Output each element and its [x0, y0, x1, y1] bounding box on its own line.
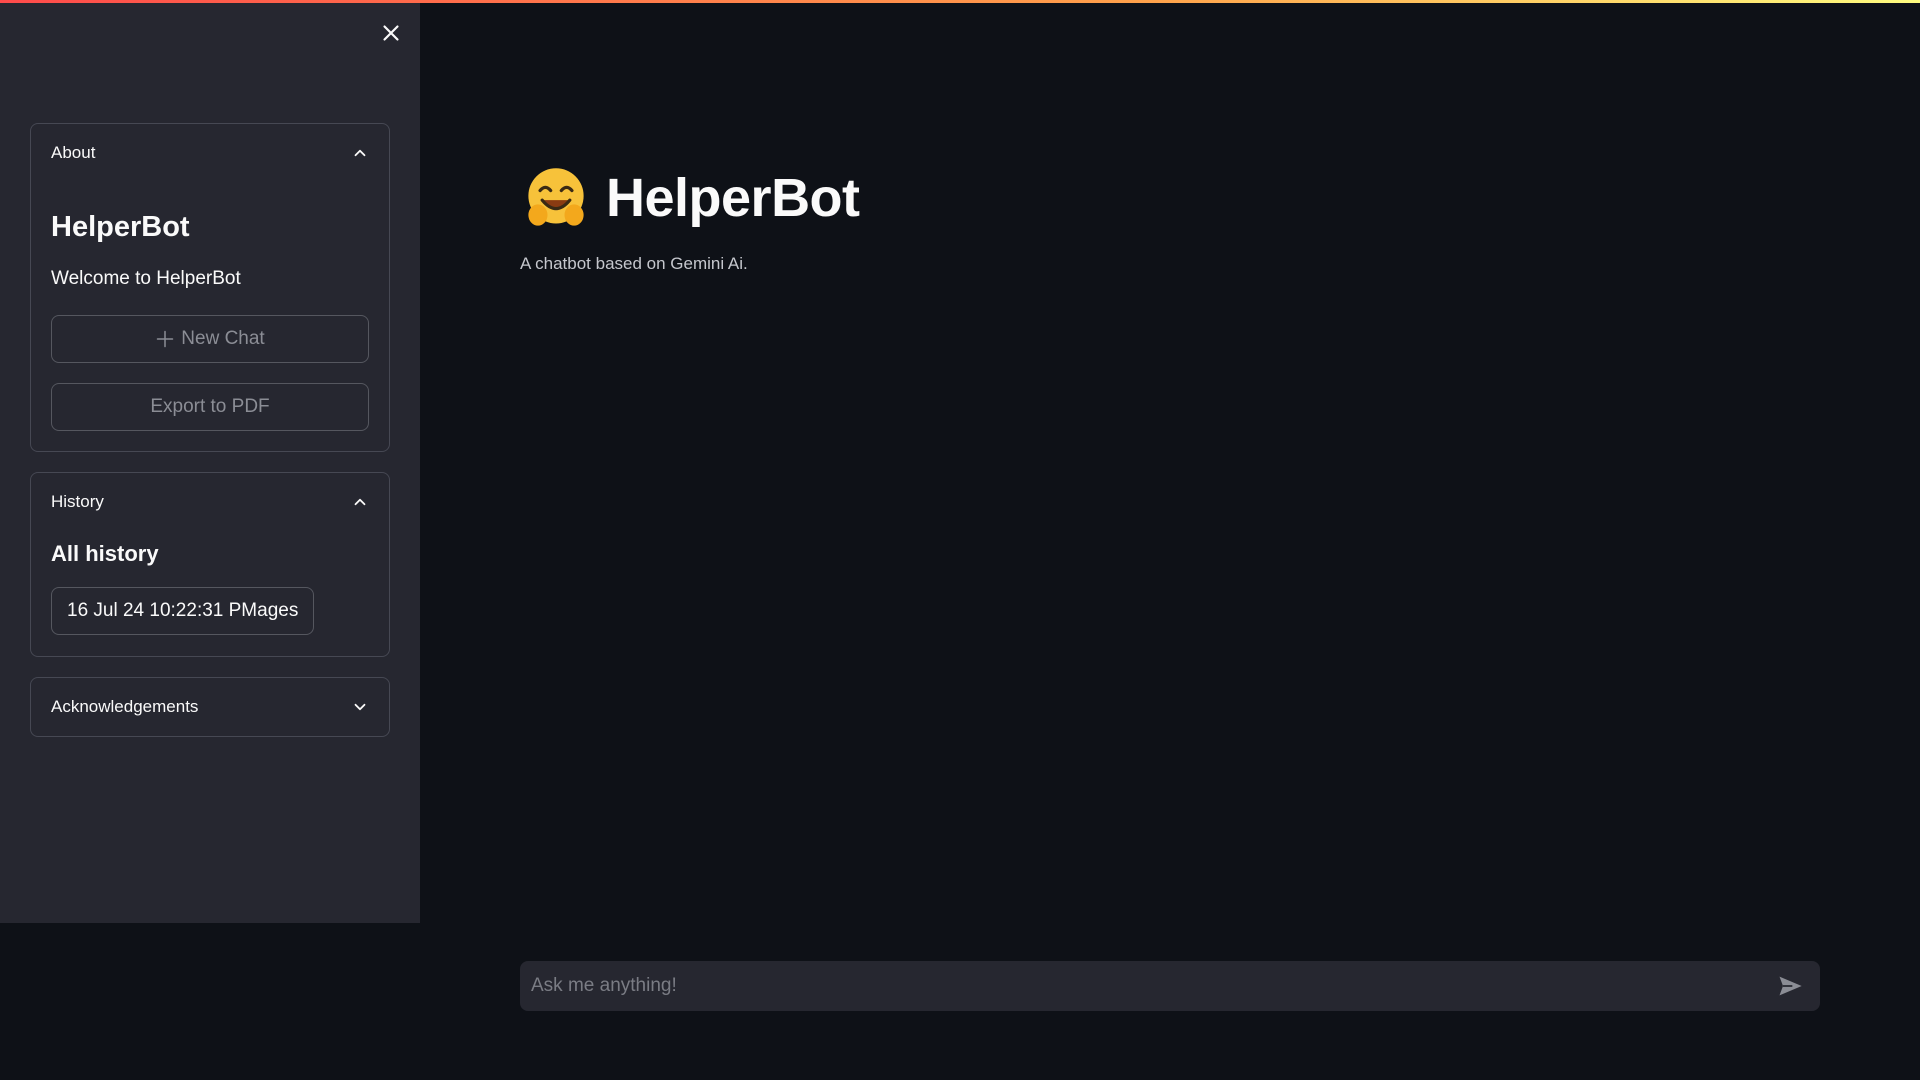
- acknowledgements-header-label: Acknowledgements: [51, 697, 199, 716]
- history-item[interactable]: 16 Jul 24 10:22:31 PMages: [51, 587, 315, 635]
- export-pdf-label: Export to PDF: [150, 396, 270, 417]
- welcome-text: Welcome to HelperBot: [51, 268, 241, 289]
- about-header-label: About: [51, 143, 96, 162]
- about-expander: About HelperBot Welcome to HelperBot New…: [30, 123, 390, 452]
- acknowledgements-expander: Acknowledgements: [30, 677, 390, 737]
- about-expander-header[interactable]: About: [51, 124, 369, 182]
- about-title: HelperBot: [51, 211, 190, 243]
- app-title: HelperBot: [606, 168, 860, 228]
- chat-input[interactable]: [520, 961, 1776, 1011]
- close-sidebar-button[interactable]: [378, 20, 404, 46]
- send-icon[interactable]: [1776, 972, 1804, 1000]
- history-title: All history: [51, 541, 159, 566]
- close-icon: [383, 25, 399, 41]
- history-expander: History All history 16 Jul 24 10:22:31 P…: [30, 472, 390, 657]
- chevron-up-icon: [354, 498, 366, 506]
- sidebar: About HelperBot Welcome to HelperBot New…: [0, 0, 420, 923]
- plus-icon: [157, 330, 174, 348]
- acknowledgements-expander-header[interactable]: Acknowledgements: [51, 678, 369, 736]
- new-chat-button[interactable]: New Chat: [51, 315, 369, 363]
- chat-input-container: [520, 961, 1820, 1011]
- history-expander-header[interactable]: History: [51, 473, 369, 531]
- export-pdf-button[interactable]: Export to PDF: [51, 383, 369, 431]
- top-decoration-bar: [0, 0, 1920, 3]
- new-chat-label: New Chat: [181, 328, 265, 349]
- page-title: HelperBot: [522, 163, 860, 233]
- history-header-label: History: [51, 492, 104, 511]
- chevron-up-icon: [354, 149, 366, 157]
- chevron-down-icon: [354, 703, 366, 711]
- hugging-face-emoji-icon: [528, 168, 584, 226]
- app-subtitle: A chatbot based on Gemini Ai.: [520, 254, 748, 273]
